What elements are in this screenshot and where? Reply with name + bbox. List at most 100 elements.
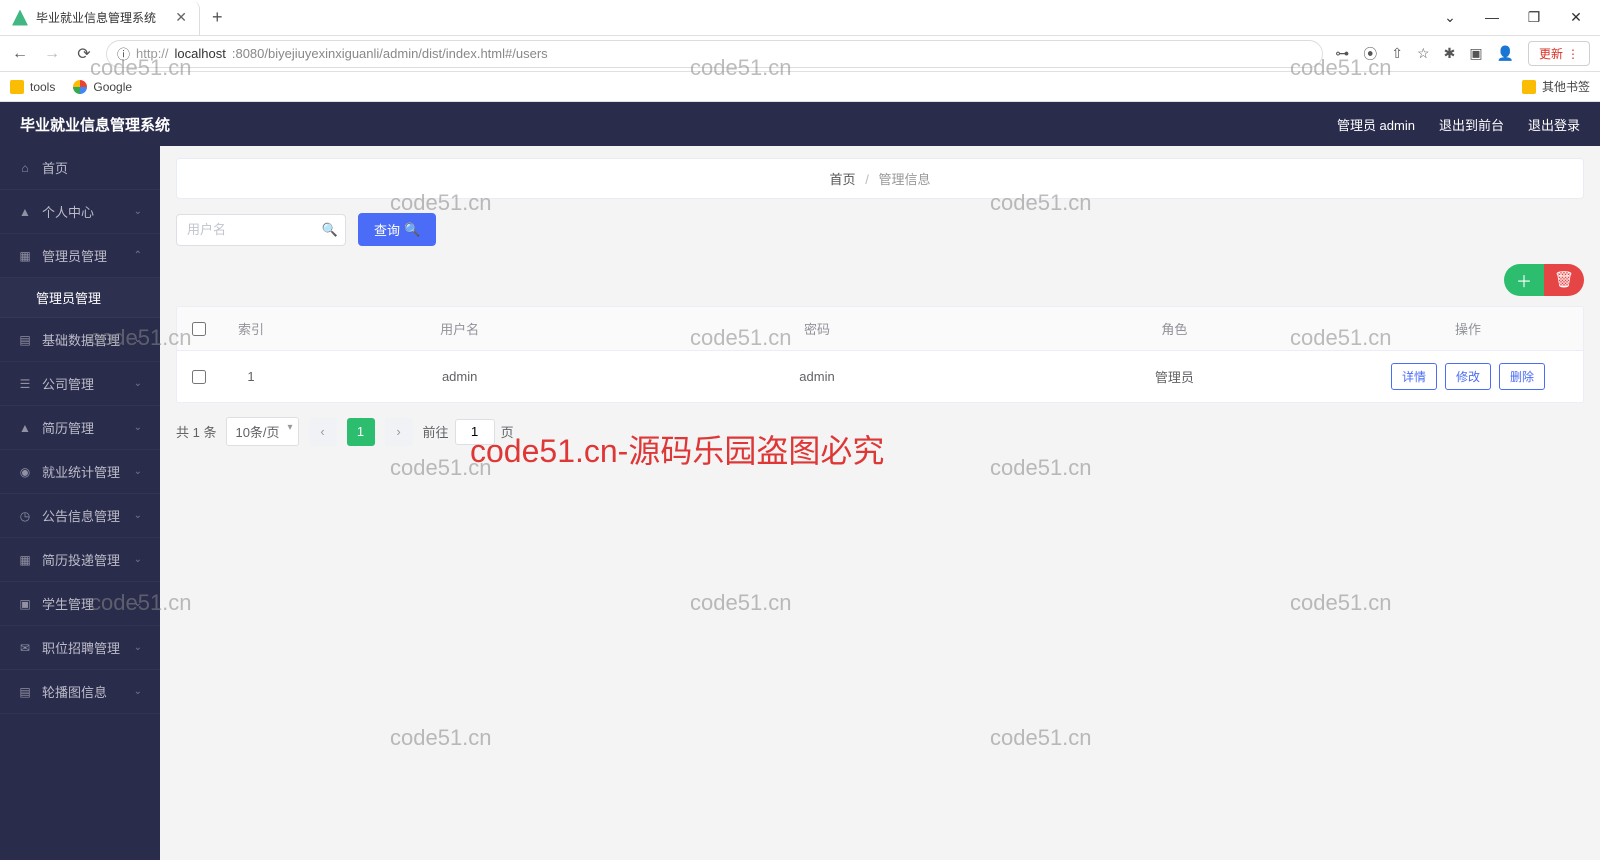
sidebar-icon: ▲ <box>18 205 32 219</box>
sidebar-item-6[interactable]: ▲简历管理⌄ <box>0 406 160 450</box>
star-icon[interactable]: ☆ <box>1417 45 1430 62</box>
table-row: 1 admin admin 管理员 详情 修改 删除 <box>177 351 1583 402</box>
url-input[interactable]: ⓘ http://localhost:8080/biyejiuyexinxigu… <box>106 40 1323 68</box>
sidebar-item-9[interactable]: ▦简历投递管理⌄ <box>0 538 160 582</box>
window-controls: ⌄ — ❐ ✕ <box>1438 9 1600 26</box>
sidebar-item-label: 职位招聘管理 <box>42 638 124 657</box>
close-tab-icon[interactable]: ✕ <box>175 9 187 26</box>
nav-forward-icon[interactable]: → <box>42 45 62 63</box>
sidebar-item-label: 管理员管理 <box>42 246 124 265</box>
chevron-icon: ⌄ <box>134 466 142 477</box>
chevron-icon: ⌄ <box>134 642 142 653</box>
header-checkbox[interactable] <box>177 307 221 350</box>
chevron-icon: ⌄ <box>134 510 142 521</box>
data-table: 索引 用户名 密码 角色 操作 1 admin admin 管理员 详情 修改 … <box>176 306 1584 403</box>
page-size-select[interactable]: 10条/页 <box>226 417 298 446</box>
page-number[interactable]: 1 <box>347 418 375 446</box>
window-minimize-icon[interactable]: — <box>1480 9 1504 26</box>
sidebar-item-label: 学生管理 <box>42 594 124 613</box>
sidebar-item-3[interactable]: 管理员管理 <box>0 278 160 318</box>
sidebar-item-2[interactable]: ▦管理员管理⌃ <box>0 234 160 278</box>
sidebar-icon: ⌂ <box>18 161 32 175</box>
sidebar-item-11[interactable]: ✉职位招聘管理⌄ <box>0 626 160 670</box>
folder-icon <box>10 80 24 94</box>
search-input[interactable] <box>176 214 346 246</box>
window-close-icon[interactable]: ✕ <box>1564 9 1588 26</box>
sidebar-item-7[interactable]: ◉就业统计管理⌄ <box>0 450 160 494</box>
sidebar-item-label: 管理员管理 <box>36 288 142 307</box>
window-dropdown-icon[interactable]: ⌄ <box>1438 9 1462 26</box>
sidebar-item-12[interactable]: ▤ 轮播图信息 ⌄ <box>0 670 160 714</box>
row-delete-button[interactable]: 删除 <box>1499 363 1545 390</box>
page-next-icon[interactable]: › <box>385 418 413 446</box>
app-header: 毕业就业信息管理系统 管理员 admin 退出到前台 退出登录 <box>0 102 1600 146</box>
sidebar-item-5[interactable]: ☰公司管理⌄ <box>0 362 160 406</box>
search-button[interactable]: 查询 🔍 <box>358 213 436 246</box>
sidebar-icon: ▤ <box>18 685 32 699</box>
window-maximize-icon[interactable]: ❐ <box>1522 9 1546 26</box>
chevron-icon: ⌄ <box>134 422 142 433</box>
sidebar-icon: ▣ <box>18 597 32 611</box>
share-icon[interactable]: ⇧ <box>1391 45 1403 62</box>
page-jump-input[interactable] <box>455 419 495 445</box>
header-role: 角色 <box>996 307 1353 350</box>
header-to-front[interactable]: 退出到前台 <box>1439 115 1504 134</box>
bookmark-tools[interactable]: tools <box>10 80 55 94</box>
other-bookmarks[interactable]: 其他书签 <box>1522 78 1590 95</box>
sidebar-item-label: 轮播图信息 <box>42 682 124 701</box>
header-links: 管理员 admin 退出到前台 退出登录 <box>1337 115 1580 134</box>
breadcrumb-home[interactable]: 首页 <box>830 172 856 187</box>
bookmark-google[interactable]: Google <box>73 80 132 94</box>
table-header: 索引 用户名 密码 角色 操作 <box>177 307 1583 351</box>
browser-tab[interactable]: 毕业就业信息管理系统 ✕ <box>0 1 200 35</box>
sidebar-item-4[interactable]: ▤基础数据管理⌄ <box>0 318 160 362</box>
edit-button[interactable]: 修改 <box>1445 363 1491 390</box>
chevron-icon: ⌄ <box>134 554 142 565</box>
sidebar: ⌂首页▲个人中心⌄▦管理员管理⌃管理员管理▤基础数据管理⌄☰公司管理⌄▲简历管理… <box>0 146 160 860</box>
folder-icon <box>1522 80 1536 94</box>
header-admin-label[interactable]: 管理员 admin <box>1337 115 1415 134</box>
row-checkbox[interactable] <box>177 351 221 402</box>
header-index: 索引 <box>221 307 281 350</box>
info-icon[interactable]: ⓘ <box>117 44 130 63</box>
chevron-icon: ⌄ <box>134 598 142 609</box>
sidebar-item-10[interactable]: ▣ 学生管理 ⌄ <box>0 582 160 626</box>
browser-tab-bar: 毕业就业信息管理系统 ✕ + ⌄ — ❐ ✕ <box>0 0 1600 36</box>
update-button[interactable]: 更新 ⋮ <box>1528 41 1590 66</box>
add-button[interactable]: ＋ <box>1504 264 1544 296</box>
extensions-icon[interactable]: ✱ <box>1444 45 1456 62</box>
header-ops: 操作 <box>1353 307 1583 350</box>
sidebar-item-label: 个人中心 <box>42 202 124 221</box>
key-icon[interactable]: ⊶ <box>1335 45 1349 62</box>
sidebar-item-label: 简历管理 <box>42 418 124 437</box>
sidebar-item-0[interactable]: ⌂首页 <box>0 146 160 190</box>
header-logout[interactable]: 退出登录 <box>1528 115 1580 134</box>
delete-button[interactable]: 🗑 <box>1544 264 1584 296</box>
new-tab-button[interactable]: + <box>200 7 235 28</box>
profile-icon[interactable]: 👤 <box>1497 45 1514 62</box>
search-row: 🔍 查询 🔍 <box>176 213 1584 246</box>
sidebar-icon: ◷ <box>18 509 32 523</box>
nav-back-icon[interactable]: ← <box>10 45 30 63</box>
sidebar-item-1[interactable]: ▲个人中心⌄ <box>0 190 160 234</box>
page-prev-icon[interactable]: ‹ <box>309 418 337 446</box>
side-panel-icon[interactable]: ▣ <box>1469 45 1482 62</box>
row-username: admin <box>281 351 638 402</box>
page-jump: 前往 页 <box>423 419 514 445</box>
app-title: 毕业就业信息管理系统 <box>20 114 170 135</box>
browser-url-bar: ← → ⟳ ⓘ http://localhost:8080/biyejiuyex… <box>0 36 1600 72</box>
page-total: 共 1 条 <box>176 422 216 441</box>
pagination: 共 1 条 10条/页 ‹ 1 › 前往 页 <box>176 417 1584 446</box>
nav-reload-icon[interactable]: ⟳ <box>74 44 94 64</box>
chevron-icon: ⌄ <box>134 686 142 697</box>
search-wrap: 🔍 <box>176 214 346 246</box>
url-prefix: http:// <box>136 46 169 61</box>
search-icon: 🔍 <box>322 222 338 238</box>
extension-icons: ⊶ ⦿ ⇧ ☆ ✱ ▣ 👤 更新 ⋮ <box>1335 41 1590 66</box>
sidebar-item-label: 简历投递管理 <box>42 550 124 569</box>
detail-button[interactable]: 详情 <box>1391 363 1437 390</box>
vue-icon <box>12 10 28 26</box>
translate-icon[interactable]: ⦿ <box>1363 44 1377 64</box>
sidebar-item-8[interactable]: ◷公告信息管理⌄ <box>0 494 160 538</box>
action-row: ＋ 🗑 <box>176 264 1584 296</box>
